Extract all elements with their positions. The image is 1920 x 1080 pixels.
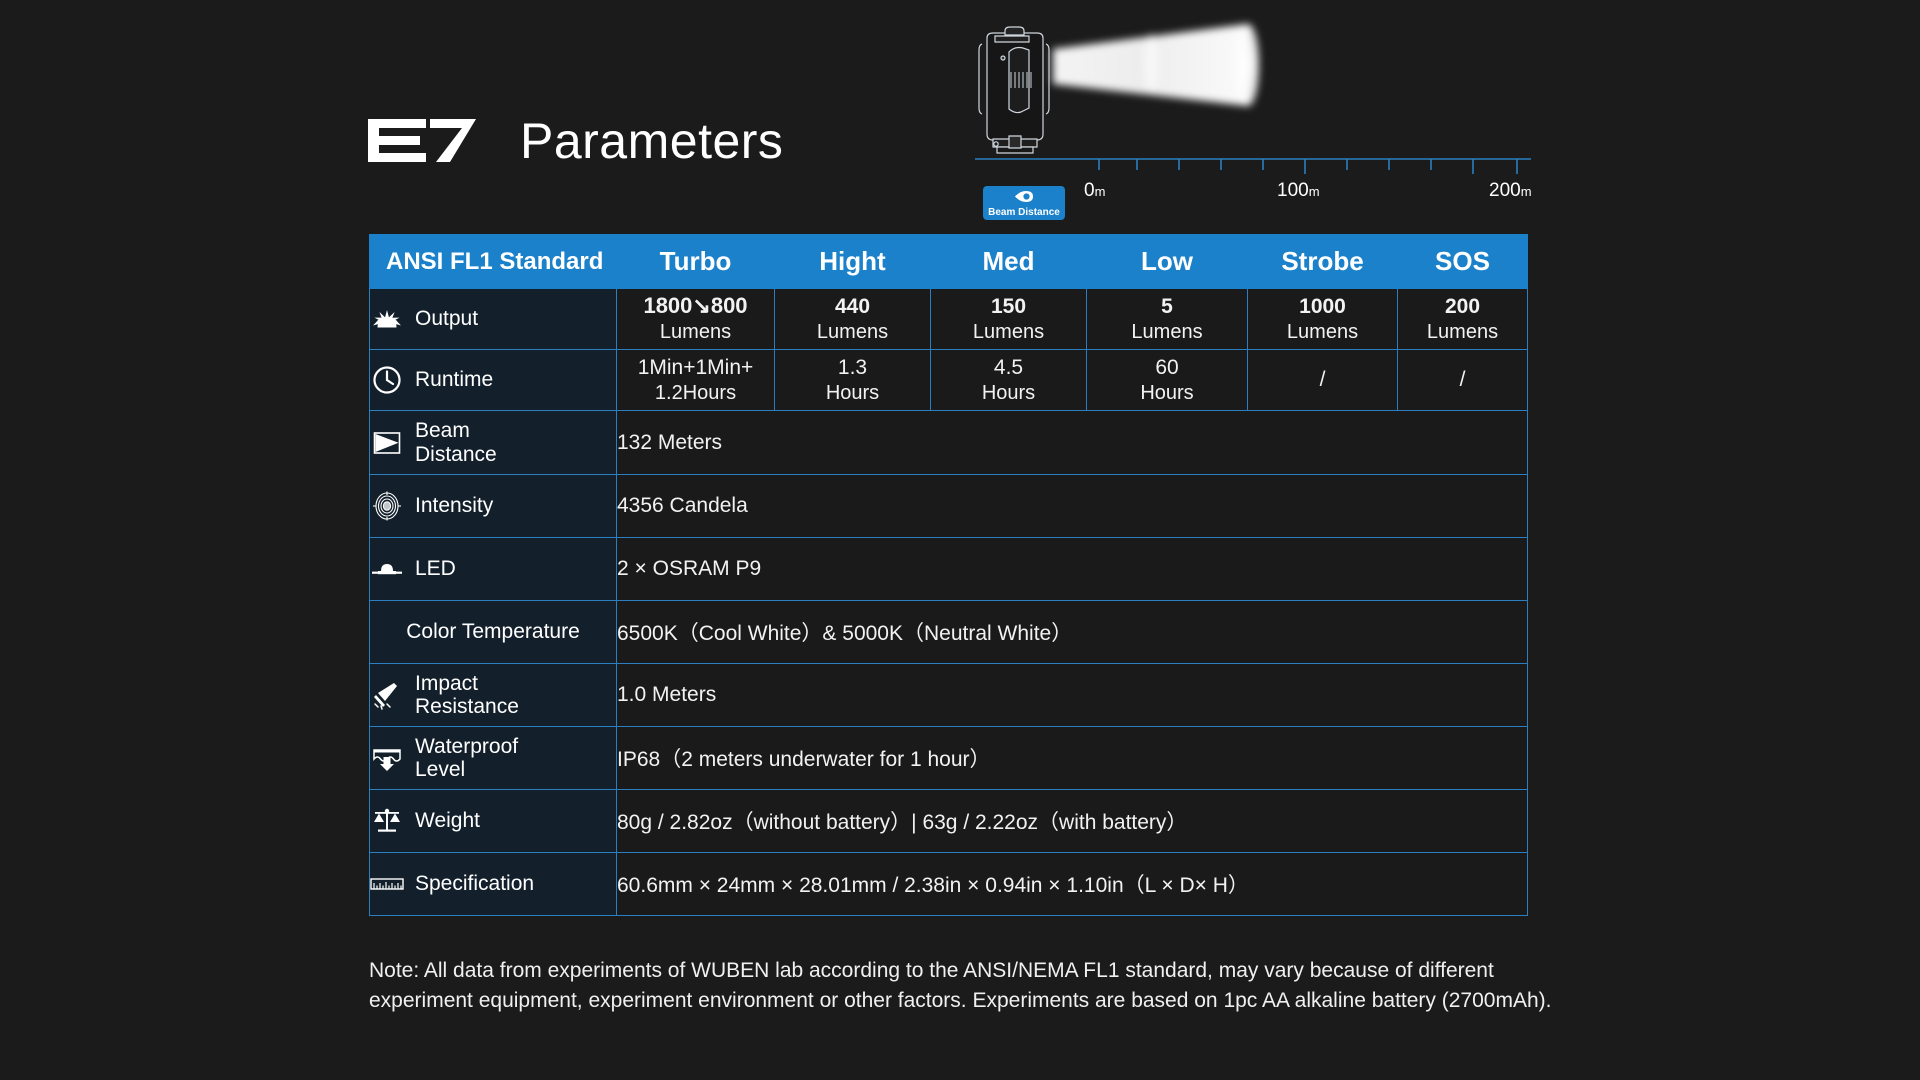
ruler-icon <box>370 867 404 901</box>
row-label-weight: Weight <box>369 789 617 853</box>
cell-runtime-hight: 1.3 Hours <box>774 349 931 411</box>
target-rings-icon <box>370 489 404 523</box>
cell-output-strobe: 1000 Lumens <box>1247 288 1398 350</box>
page-header: Parameters <box>368 116 783 166</box>
row-label-impact-resistance: Impact Resistance <box>369 663 617 727</box>
cell-output-med: 150 Lumens <box>930 288 1087 350</box>
cell-color-temperature-value: 6500K（Cool White）& 5000K（Neutral White） <box>616 600 1528 664</box>
cell-intensity-value: 4356 Candela <box>616 474 1528 538</box>
table-row-beam-distance: Beam Distance 132 Meters <box>369 410 1528 475</box>
cell-weight-value: 80g / 2.82oz（without battery）| 63g / 2.2… <box>616 789 1528 853</box>
table-row-runtime: Runtime 1Min+1Min+ 1.2Hours 1.3 Hours 4.5 H… <box>369 349 1528 411</box>
cell-impact-resistance-value: 1.0 Meters <box>616 663 1528 727</box>
footnote: Note: All data from experiments of WUBEN… <box>369 959 1552 1012</box>
cell-output-sos: 200 Lumens <box>1397 288 1528 350</box>
row-label-runtime: Runtime <box>369 349 617 411</box>
row-label-text: Impact Resistance <box>415 671 519 718</box>
ruler-tick-0m: 0m <box>1084 180 1106 201</box>
table-row-output: Output 1800↘800 Lumens 440 Lumens 150 Lumen… <box>369 288 1528 350</box>
page-title: Parameters <box>520 113 784 169</box>
waterproof-icon <box>370 741 404 775</box>
column-header-hight: Hight <box>774 234 931 289</box>
cell-runtime-turbo: 1Min+1Min+ 1.2Hours <box>616 349 775 411</box>
parameters-table: ANSI FL1 Standard Turbo Hight Med Low St… <box>369 234 1528 916</box>
table-row-waterproof-level: Waterproof Level IP68（2 meters underwate… <box>369 726 1528 790</box>
row-label-output: Output <box>369 288 617 350</box>
row-label-intensity: Intensity <box>369 474 617 538</box>
column-header-standard: ANSI FL1 Standard <box>369 234 617 289</box>
column-header-med: Med <box>930 234 1087 289</box>
cell-output-hight: 440 Lumens <box>774 288 931 350</box>
row-label-led: LED <box>369 537 617 601</box>
cell-output-low: 5 Lumens <box>1086 288 1248 350</box>
led-icon <box>370 552 404 586</box>
ruler-tick-200m: 200m <box>1489 180 1532 201</box>
cell-runtime-strobe: / <box>1247 349 1398 411</box>
e7-logo <box>368 119 476 163</box>
table-row-led: LED 2 × OSRAM P9 <box>369 537 1528 601</box>
table-row-weight: Weight 80g / 2.82oz（without battery）| 63… <box>369 789 1528 853</box>
row-label-text: Weight <box>415 809 480 833</box>
beam-eye-icon <box>1014 189 1034 207</box>
cell-output-turbo: 1800↘800 Lumens <box>616 288 775 350</box>
row-label-text: Beam Distance <box>415 419 497 466</box>
column-header-turbo: Turbo <box>616 234 775 289</box>
column-header-sos: SOS <box>1397 234 1528 289</box>
beam-distance-illustration: Beam Distance 0m 100m 200m <box>965 14 1535 220</box>
row-label-specification: Specification <box>369 852 617 916</box>
sunburst-icon <box>370 302 404 336</box>
beam-cone-icon <box>370 426 404 460</box>
beam-distance-badge: Beam Distance <box>983 186 1065 220</box>
row-label-text: Color Temperature <box>406 620 580 644</box>
clock-icon <box>370 363 404 397</box>
column-header-strobe: Strobe <box>1247 234 1398 289</box>
cell-waterproof-level-value: IP68（2 meters underwater for 1 hour） <box>616 726 1528 790</box>
beam-distance-badge-label: Beam Distance <box>988 206 1060 218</box>
table-header-row: ANSI FL1 Standard Turbo Hight Med Low St… <box>369 234 1528 289</box>
row-label-text: Output <box>415 307 479 331</box>
row-label-text: Waterproof Level <box>415 734 519 781</box>
row-label-text: LED <box>415 557 456 581</box>
column-header-low: Low <box>1086 234 1248 289</box>
ruler-tick-100m: 100m <box>1277 180 1320 201</box>
row-label-text: Specification <box>415 872 535 896</box>
row-label-text: Runtime <box>415 368 494 392</box>
cell-beam-distance-value: 132 Meters <box>616 410 1528 475</box>
table-row-impact-resistance: Impact Resistance 1.0 Meters <box>369 663 1528 727</box>
row-label-color-temperature: Color Temperature <box>369 600 617 664</box>
scale-icon <box>370 804 404 838</box>
cell-led-value: 2 × OSRAM P9 <box>616 537 1528 601</box>
row-label-waterproof-level: Waterproof Level <box>369 726 617 790</box>
table-row-specification: Specification 60.6mm × 24mm × 28.01mm / … <box>369 852 1528 916</box>
impact-hammer-icon <box>370 678 404 712</box>
cell-runtime-med: 4.5 Hours <box>930 349 1087 411</box>
cell-runtime-low: 60 Hours <box>1086 349 1248 411</box>
cell-specification-value: 60.6mm × 24mm × 28.01mm / 2.38in × 0.94i… <box>616 852 1528 916</box>
table-row-intensity: Intensity 4356 Candela <box>369 474 1528 538</box>
row-label-beam-distance: Beam Distance <box>369 410 617 475</box>
row-label-text: Intensity <box>415 494 494 518</box>
cell-runtime-sos: / <box>1397 349 1528 411</box>
table-row-color-temperature: Color Temperature 6500K（Cool White）& 500… <box>369 600 1528 664</box>
